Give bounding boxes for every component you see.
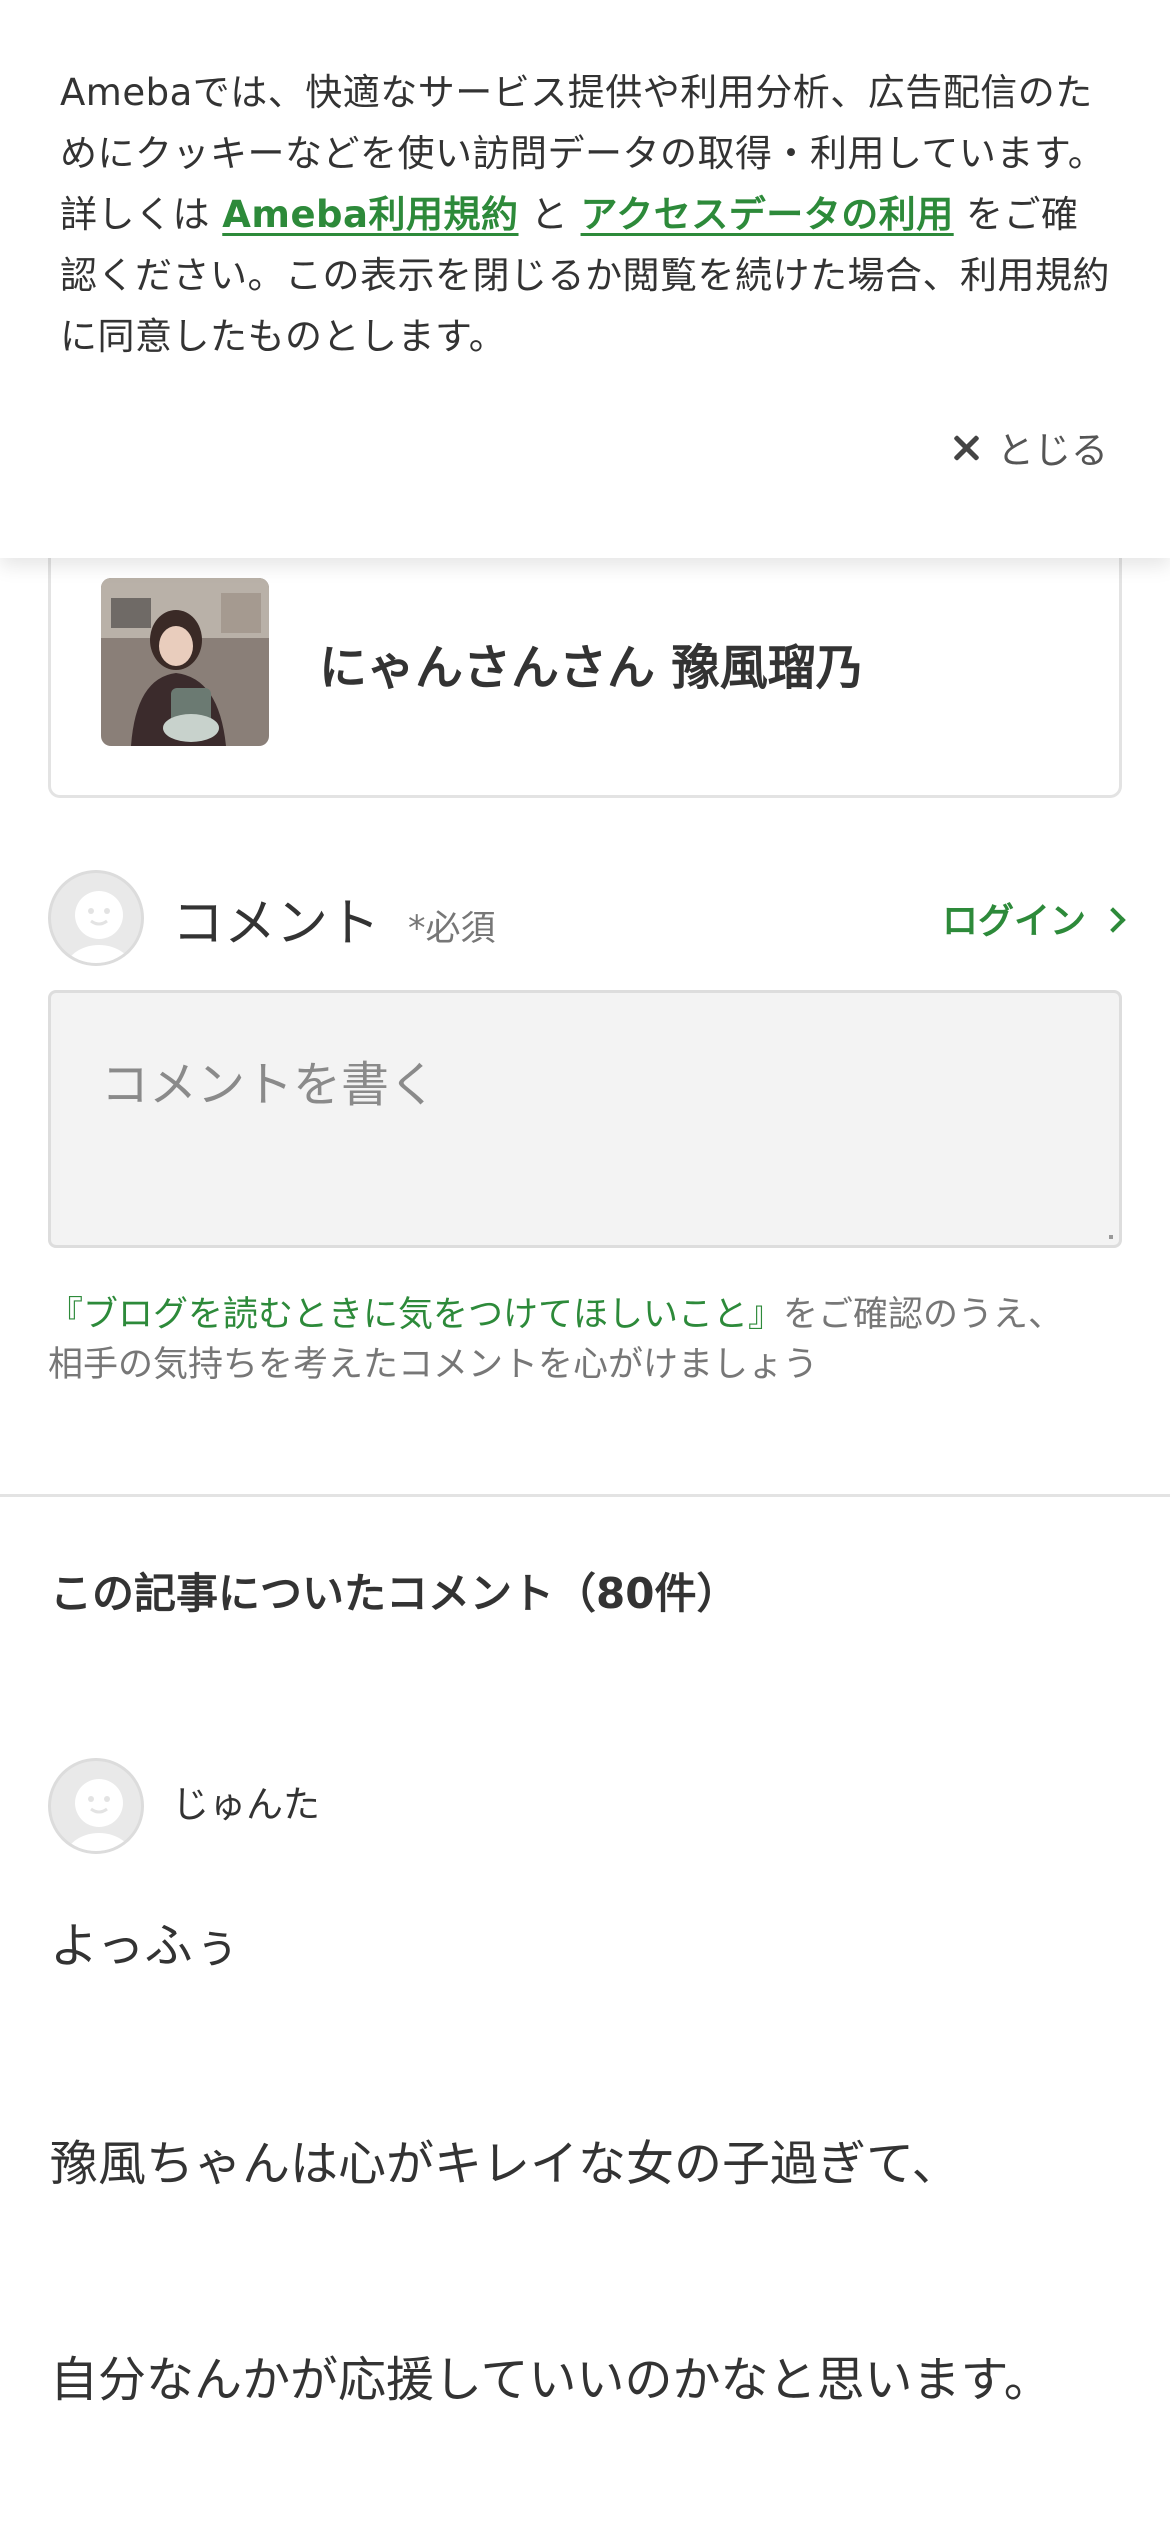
page: にゃんさんさん 豫風瑠乃 Amebaでは、快適なサービス提供や利用分析、広告配信… [0,0,1170,2532]
blogger-card[interactable]: にゃんさんさん 豫風瑠乃 [48,520,1122,798]
terms-link[interactable]: Ameba利用規約 [222,193,518,236]
comment-title: コメント [172,893,381,954]
blogger-thumbnail[interactable] [101,578,269,746]
comment-line: 豫風ちゃんは心がキレイな女の子過ぎて、 [50,2136,960,2192]
guideline-text-2: 相手の気持ちを考えたコメントを心がけましょう [48,1345,819,1385]
comments-heading: この記事についたコメント（80件） [50,1569,739,1618]
section-divider [0,1494,1170,1497]
comment-input[interactable]: コメントを書く [48,990,1122,1248]
resize-handle[interactable] [1109,1235,1113,1239]
comment-form-header: コメント *必須 ログイン [48,870,1126,966]
close-icon[interactable] [949,430,983,464]
login-link[interactable]: ログイン [942,892,1126,944]
chevron-right-icon[interactable] [1100,907,1126,933]
cookie-text-and: と [518,193,581,236]
blogger-name[interactable]: にゃんさんさん 豫風瑠乃 [319,628,864,698]
comment-author-row: じゅんた [48,1758,320,1854]
comment-line: 自分なんかが応援していいのかなと思います。 [50,2352,1052,2408]
default-avatar-icon [48,870,144,966]
comment-guideline: 『ブログを読むときに気をつけてほしいこと』をご確認のうえ、 相手の気持ちを考えた… [48,1290,1122,1390]
required-label: *必須 [408,908,496,949]
cookie-close-button[interactable]: とじる [949,420,1108,474]
cookie-banner: Amebaでは、快適なサービス提供や利用分析、広告配信のためにクッキーなどを使い… [0,0,1170,558]
comment-line: よっふぅ [50,1918,241,1974]
comment-author[interactable]: じゅんた [172,1774,320,1828]
cookie-notice-text: Amebaでは、快適なサービス提供や利用分析、広告配信のためにクッキーなどを使い… [60,62,1110,367]
guideline-text-1: をご確認のうえ、 [783,1295,1064,1335]
login-label[interactable]: ログイン [942,892,1086,944]
guideline-link[interactable]: 『ブログを読むときに気をつけてほしいこと』 [48,1295,783,1335]
default-avatar-icon[interactable] [48,1758,144,1854]
access-data-link[interactable]: アクセスデータの利用 [581,193,954,236]
comment-placeholder: コメントを書く [101,1057,438,1113]
close-label[interactable]: とじる [997,420,1108,474]
